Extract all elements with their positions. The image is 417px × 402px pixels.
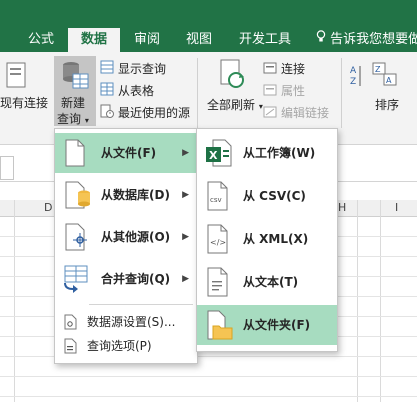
new-query-menu: 从文件(F) ▶ 从数据库(D) ▶ 从其他源(O) ▶ 合并查询(Q) ▶ 数…: [54, 128, 198, 364]
menu-item-query-options[interactable]: 查询选项(P): [55, 335, 197, 357]
column-header-i[interactable]: I: [395, 200, 398, 216]
show-queries-icon: [100, 60, 114, 77]
tell-me-box[interactable]: 告诉我您想要做: [316, 28, 417, 52]
from-file-submenu: X 从工作簿(W) csv 从 CSV(C) </> 从 XML(X) 从文本(…: [196, 128, 338, 352]
edit-links-label[interactable]: 编辑链接: [281, 104, 329, 121]
lightbulb-icon: [316, 28, 326, 52]
submenu-item-label: 从 XML(X): [243, 232, 309, 246]
svg-text:X: X: [209, 149, 218, 162]
existing-connections-label[interactable]: 现有连接: [0, 94, 48, 111]
menu-item-data-source-settings[interactable]: 数据源设置(S)...: [55, 311, 197, 333]
svg-text:A: A: [350, 66, 357, 76]
column-header-h[interactable]: H: [338, 200, 346, 216]
menu-item-label: 从数据库(D): [101, 188, 170, 202]
menu-item-label: 合并查询(Q): [101, 272, 171, 286]
sort-label[interactable]: 排序: [375, 96, 399, 113]
submenu-arrow-icon: ▶: [182, 274, 189, 284]
folder-icon: [205, 310, 235, 343]
grid-line: [0, 396, 417, 397]
menu-item-label: 查询选项(P): [87, 339, 152, 353]
text-file-icon: [207, 267, 229, 300]
file-icon: [65, 139, 85, 170]
connections-icon: [263, 62, 277, 77]
tab-data[interactable]: 数据: [68, 28, 120, 52]
menu-item-from-database[interactable]: 从数据库(D) ▶: [55, 175, 197, 215]
tell-me-text: 告诉我您想要做: [330, 32, 417, 47]
svg-text:Z: Z: [375, 65, 381, 74]
other-sources-icon: [65, 223, 91, 254]
combine-queries-icon: [61, 265, 91, 296]
menu-item-combine-queries[interactable]: 合并查询(Q) ▶: [55, 259, 197, 299]
submenu-item-from-text[interactable]: 从文本(T): [197, 262, 337, 302]
ribbon-tab-bar: 公式 数据 审阅 视图 开发工具 告诉我您想要做: [0, 0, 417, 52]
show-queries-label[interactable]: 显示查询: [118, 60, 166, 77]
submenu-item-from-csv[interactable]: csv 从 CSV(C): [197, 176, 337, 216]
recent-sources-icon: [100, 104, 114, 121]
menu-item-label: 从文件(F): [101, 146, 157, 160]
name-box[interactable]: [0, 156, 14, 180]
from-table-label[interactable]: 从表格: [118, 82, 154, 99]
grid-line: [380, 200, 381, 402]
column-header-d[interactable]: D: [44, 200, 52, 216]
grid-line: [0, 376, 417, 377]
refresh-all-icon: [218, 58, 248, 93]
submenu-arrow-icon: ▶: [182, 232, 189, 242]
menu-separator: [89, 304, 193, 305]
submenu-item-from-folder[interactable]: 从文件夹(F): [197, 305, 337, 345]
table-icon: [100, 82, 114, 99]
grid-line: [14, 200, 15, 402]
sort-icon: ZA: [372, 62, 398, 91]
submenu-arrow-icon: ▶: [182, 190, 189, 200]
connections-label[interactable]: 连接: [281, 60, 305, 77]
tab-view[interactable]: 视图: [176, 28, 222, 52]
options-document-icon: [63, 338, 79, 357]
tab-review[interactable]: 审阅: [124, 28, 170, 52]
database-table-icon: [61, 60, 89, 93]
existing-connections-icon: [6, 62, 28, 93]
tab-developer[interactable]: 开发工具: [230, 28, 300, 52]
new-query-line2: 查询 ▾: [57, 112, 89, 126]
group-divider: [197, 58, 198, 128]
properties-label[interactable]: 属性: [281, 82, 305, 99]
svg-text:csv: csv: [210, 196, 222, 204]
submenu-item-label: 从文本(T): [243, 275, 299, 289]
database-icon: [65, 181, 91, 212]
submenu-arrow-icon: ▶: [182, 148, 189, 158]
svg-text:A: A: [386, 76, 392, 85]
group-divider: [341, 58, 342, 128]
svg-text:Z: Z: [350, 77, 356, 87]
csv-file-icon: csv: [207, 181, 229, 214]
menu-item-from-file[interactable]: 从文件(F) ▶: [55, 133, 197, 173]
tab-formulas[interactable]: 公式: [18, 28, 64, 52]
submenu-item-from-xml[interactable]: </> 从 XML(X): [197, 219, 337, 259]
refresh-all-label[interactable]: 全部刷新 ▾: [207, 96, 263, 113]
svg-text:</>: </>: [210, 238, 226, 247]
properties-icon: [263, 84, 277, 99]
submenu-item-label: 从文件夹(F): [243, 318, 311, 332]
grid-line: [357, 200, 358, 402]
menu-item-label: 从其他源(O): [101, 230, 171, 244]
submenu-item-from-workbook[interactable]: X 从工作簿(W): [197, 133, 337, 173]
excel-workbook-icon: X: [205, 138, 235, 171]
sort-asc-icon: AZ: [348, 62, 364, 95]
edit-links-icon: [263, 106, 277, 121]
submenu-item-label: 从 CSV(C): [243, 189, 306, 203]
settings-document-icon: [63, 314, 79, 333]
new-query-button[interactable]: 新建 查询 ▾: [54, 56, 96, 126]
menu-item-label: 数据源设置(S)...: [87, 315, 176, 329]
xml-file-icon: </>: [207, 224, 229, 257]
recent-sources-label[interactable]: 最近使用的源: [118, 104, 190, 121]
new-query-line1: 新建: [61, 96, 86, 110]
menu-item-from-other-sources[interactable]: 从其他源(O) ▶: [55, 217, 197, 257]
submenu-item-label: 从工作簿(W): [243, 146, 316, 160]
